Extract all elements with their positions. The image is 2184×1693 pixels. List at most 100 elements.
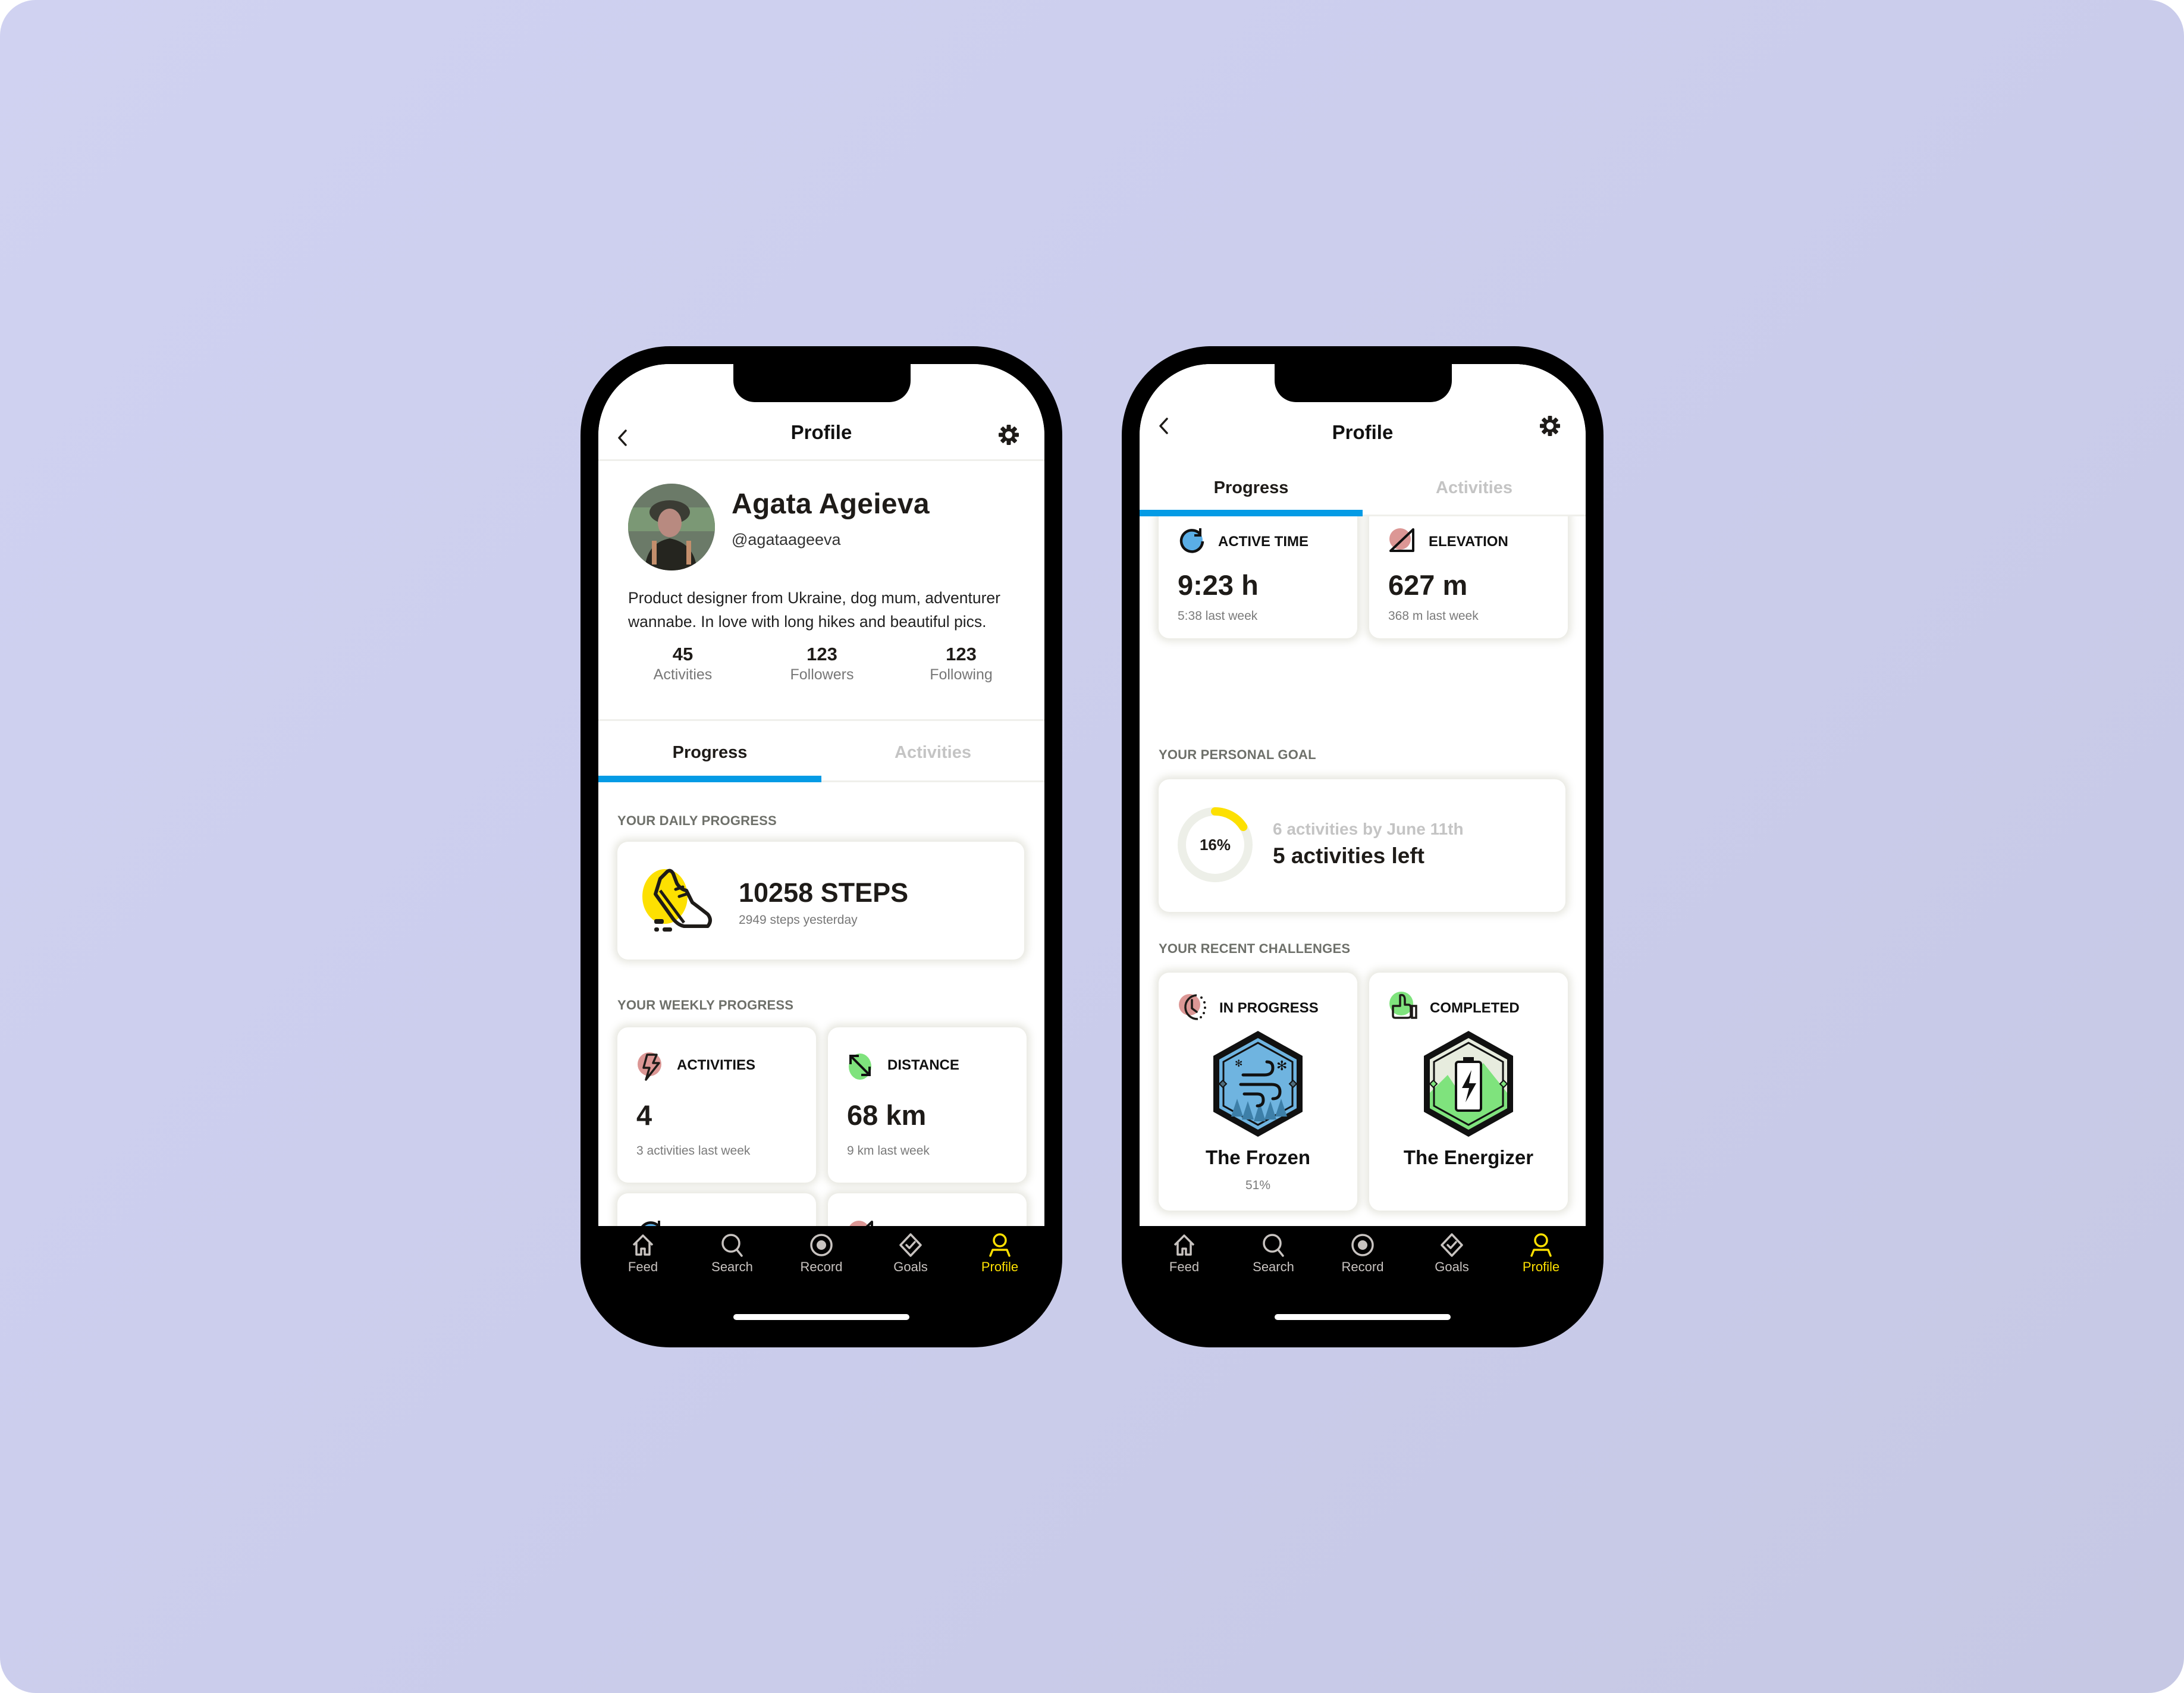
bottom-nav: Feed Search Record Goals Profile (598, 1226, 1044, 1291)
avatar-photo (628, 484, 715, 570)
stat-value: 123 (946, 644, 977, 664)
refresh-clock-icon (641, 1221, 660, 1226)
nav-profile[interactable]: Profile (1496, 1232, 1586, 1275)
thumbs-up-icon (1389, 992, 1417, 1019)
weekly-card-title: ELEVATION (1429, 534, 1508, 550)
refresh-clock-icon (1179, 528, 1204, 553)
home-indicator[interactable] (1275, 1314, 1451, 1320)
challenge-card-energizer[interactable]: COMPLETED The Energizer (1369, 973, 1568, 1211)
profile-name: Agata Ageieva (732, 488, 930, 520)
nav-feed[interactable]: Feed (1140, 1232, 1229, 1275)
gear-icon[interactable] (1538, 414, 1562, 438)
weekly-card-active-time[interactable]: ACTIVE TIME 9:23 h 5:38 last week (1159, 507, 1357, 638)
bottom-nav: Feed Search Record Goals Profile (1140, 1226, 1586, 1291)
weekly-card-elevation[interactable]: ELEVATION 627 m 368 m last week (1369, 507, 1568, 638)
stat-followers[interactable]: 123 Followers (757, 644, 887, 684)
svg-text:✻: ✻ (1235, 1059, 1242, 1069)
weekly-card-sub: 5:38 last week (1178, 609, 1258, 623)
record-icon (1351, 1234, 1374, 1256)
weekly-card-sub: 9 km last week (847, 1144, 930, 1158)
home-indicator[interactable] (733, 1314, 909, 1320)
challenge-name: The Frozen (1205, 1146, 1310, 1168)
tab-activities[interactable]: Activities (1363, 459, 1586, 516)
goal-card[interactable]: 16% 6 activities by June 11th 5 activiti… (1159, 779, 1565, 912)
goal-remaining: 5 activities left (1273, 844, 1425, 868)
user-icon (989, 1233, 1011, 1257)
challenge-status-label: IN PROGRESS (1219, 1000, 1319, 1016)
challenge-status-label: COMPLETED (1430, 1000, 1520, 1016)
sneaker-icon (642, 869, 712, 932)
tab-progress[interactable]: Progress (1140, 459, 1363, 516)
nav-label: Record (800, 1259, 843, 1274)
phone-notch (1275, 364, 1452, 402)
weekly-card-activities[interactable]: ACTIVITIES 4 3 activities last week (617, 1027, 816, 1183)
weekly-card-title: ACTIVITIES (677, 1057, 756, 1073)
challenge-name: The Energizer (1403, 1146, 1534, 1168)
nav-feed[interactable]: Feed (598, 1232, 688, 1275)
weekly-card-distance[interactable]: DISTANCE 68 km 9 km last week (828, 1027, 1027, 1183)
nav-record[interactable]: Record (777, 1232, 866, 1275)
active-tab-indicator (1140, 510, 1363, 516)
stat-activities[interactable]: 45 Activities (617, 644, 748, 684)
goals-diamond-check-icon (1441, 1233, 1463, 1257)
nav-label: Goals (893, 1259, 928, 1274)
elevation-triangle-icon (849, 1221, 873, 1226)
nav-label: Record (1341, 1259, 1384, 1274)
profile-handle: @agataageeva (732, 531, 841, 548)
diagonal-arrows-icon (849, 1054, 871, 1080)
profile-bio: Product designer from Ukraine, dog mum, … (628, 589, 1000, 631)
challenge-card-frozen[interactable]: IN PROGRESS ✻ ✻ The Frozen 51% (1159, 973, 1357, 1211)
home-icon (1173, 1234, 1195, 1256)
weekly-card-sub: 3 activities last week (636, 1144, 751, 1158)
user-icon (1530, 1233, 1552, 1257)
section-title-daily: YOUR DAILY PROGRESS (617, 813, 777, 828)
phone-notch (733, 364, 911, 402)
avatar[interactable] (628, 484, 715, 570)
goal-target: 6 activities by June 11th (1273, 820, 1464, 838)
page-title: Profile (1332, 421, 1394, 443)
nav-label: Goals (1435, 1259, 1469, 1274)
nav-goals[interactable]: Goals (1407, 1232, 1496, 1275)
nav-label: Feed (627, 1259, 658, 1274)
profile-stats: 45 Activities 123 Followers 123 Followin… (598, 644, 1044, 691)
phone-screen: 3 activities last week 9 km last week AC… (1140, 364, 1586, 1226)
nav-search[interactable]: Search (1229, 1232, 1318, 1275)
search-icon (1263, 1234, 1284, 1257)
nav-label: Search (1253, 1259, 1294, 1274)
clock-icon (1179, 994, 1206, 1020)
gear-icon[interactable] (997, 423, 1021, 447)
tab-bar: Progress Activities (598, 723, 1044, 782)
lightning-icon (638, 1052, 661, 1081)
frozen-wind-badge-icon: ✻ ✻ (1213, 1031, 1303, 1137)
weekly-card-value: 627 m (1388, 569, 1468, 601)
weekly-card-active-time-partial[interactable] (617, 1193, 816, 1226)
phone-left: Profile Agata Ageieva @agataageeva Produ… (580, 346, 1062, 1347)
nav-goals[interactable]: Goals (866, 1232, 955, 1275)
home-icon (632, 1234, 654, 1256)
weekly-card-elevation-partial[interactable] (828, 1193, 1027, 1226)
nav-record[interactable]: Record (1318, 1232, 1407, 1275)
stat-following[interactable]: 123 Following (896, 644, 1027, 684)
stat-label: Followers (790, 666, 854, 683)
stat-value: 45 (672, 644, 694, 664)
weekly-card-sub: 368 m last week (1388, 609, 1479, 623)
divider (598, 719, 1044, 721)
steps-value: 10258 STEPS (739, 877, 909, 908)
steps-card[interactable]: 10258 STEPS 2949 steps yesterday (617, 842, 1024, 960)
challenge-percent: 51% (1245, 1178, 1271, 1192)
weekly-card-value: 68 km (847, 1099, 927, 1131)
tab-activities[interactable]: Activities (821, 723, 1044, 782)
nav-label: Profile (981, 1259, 1019, 1274)
nav-search[interactable]: Search (688, 1232, 777, 1275)
nav-label: Feed (1169, 1259, 1200, 1274)
stat-label: Following (930, 666, 993, 683)
section-title-weekly: YOUR WEEKLY PROGRESS (617, 998, 794, 1012)
tab-progress[interactable]: Progress (598, 723, 821, 782)
active-tab-indicator (598, 776, 821, 782)
nav-label: Search (711, 1259, 753, 1274)
nav-profile[interactable]: Profile (955, 1232, 1044, 1275)
phone-screen: Profile Agata Ageieva @agataageeva Produ… (598, 364, 1044, 1226)
svg-text:✻: ✻ (1276, 1058, 1287, 1073)
section-title-goal: YOUR PERSONAL GOAL (1159, 747, 1316, 762)
weekly-card-title: DISTANCE (887, 1057, 959, 1073)
